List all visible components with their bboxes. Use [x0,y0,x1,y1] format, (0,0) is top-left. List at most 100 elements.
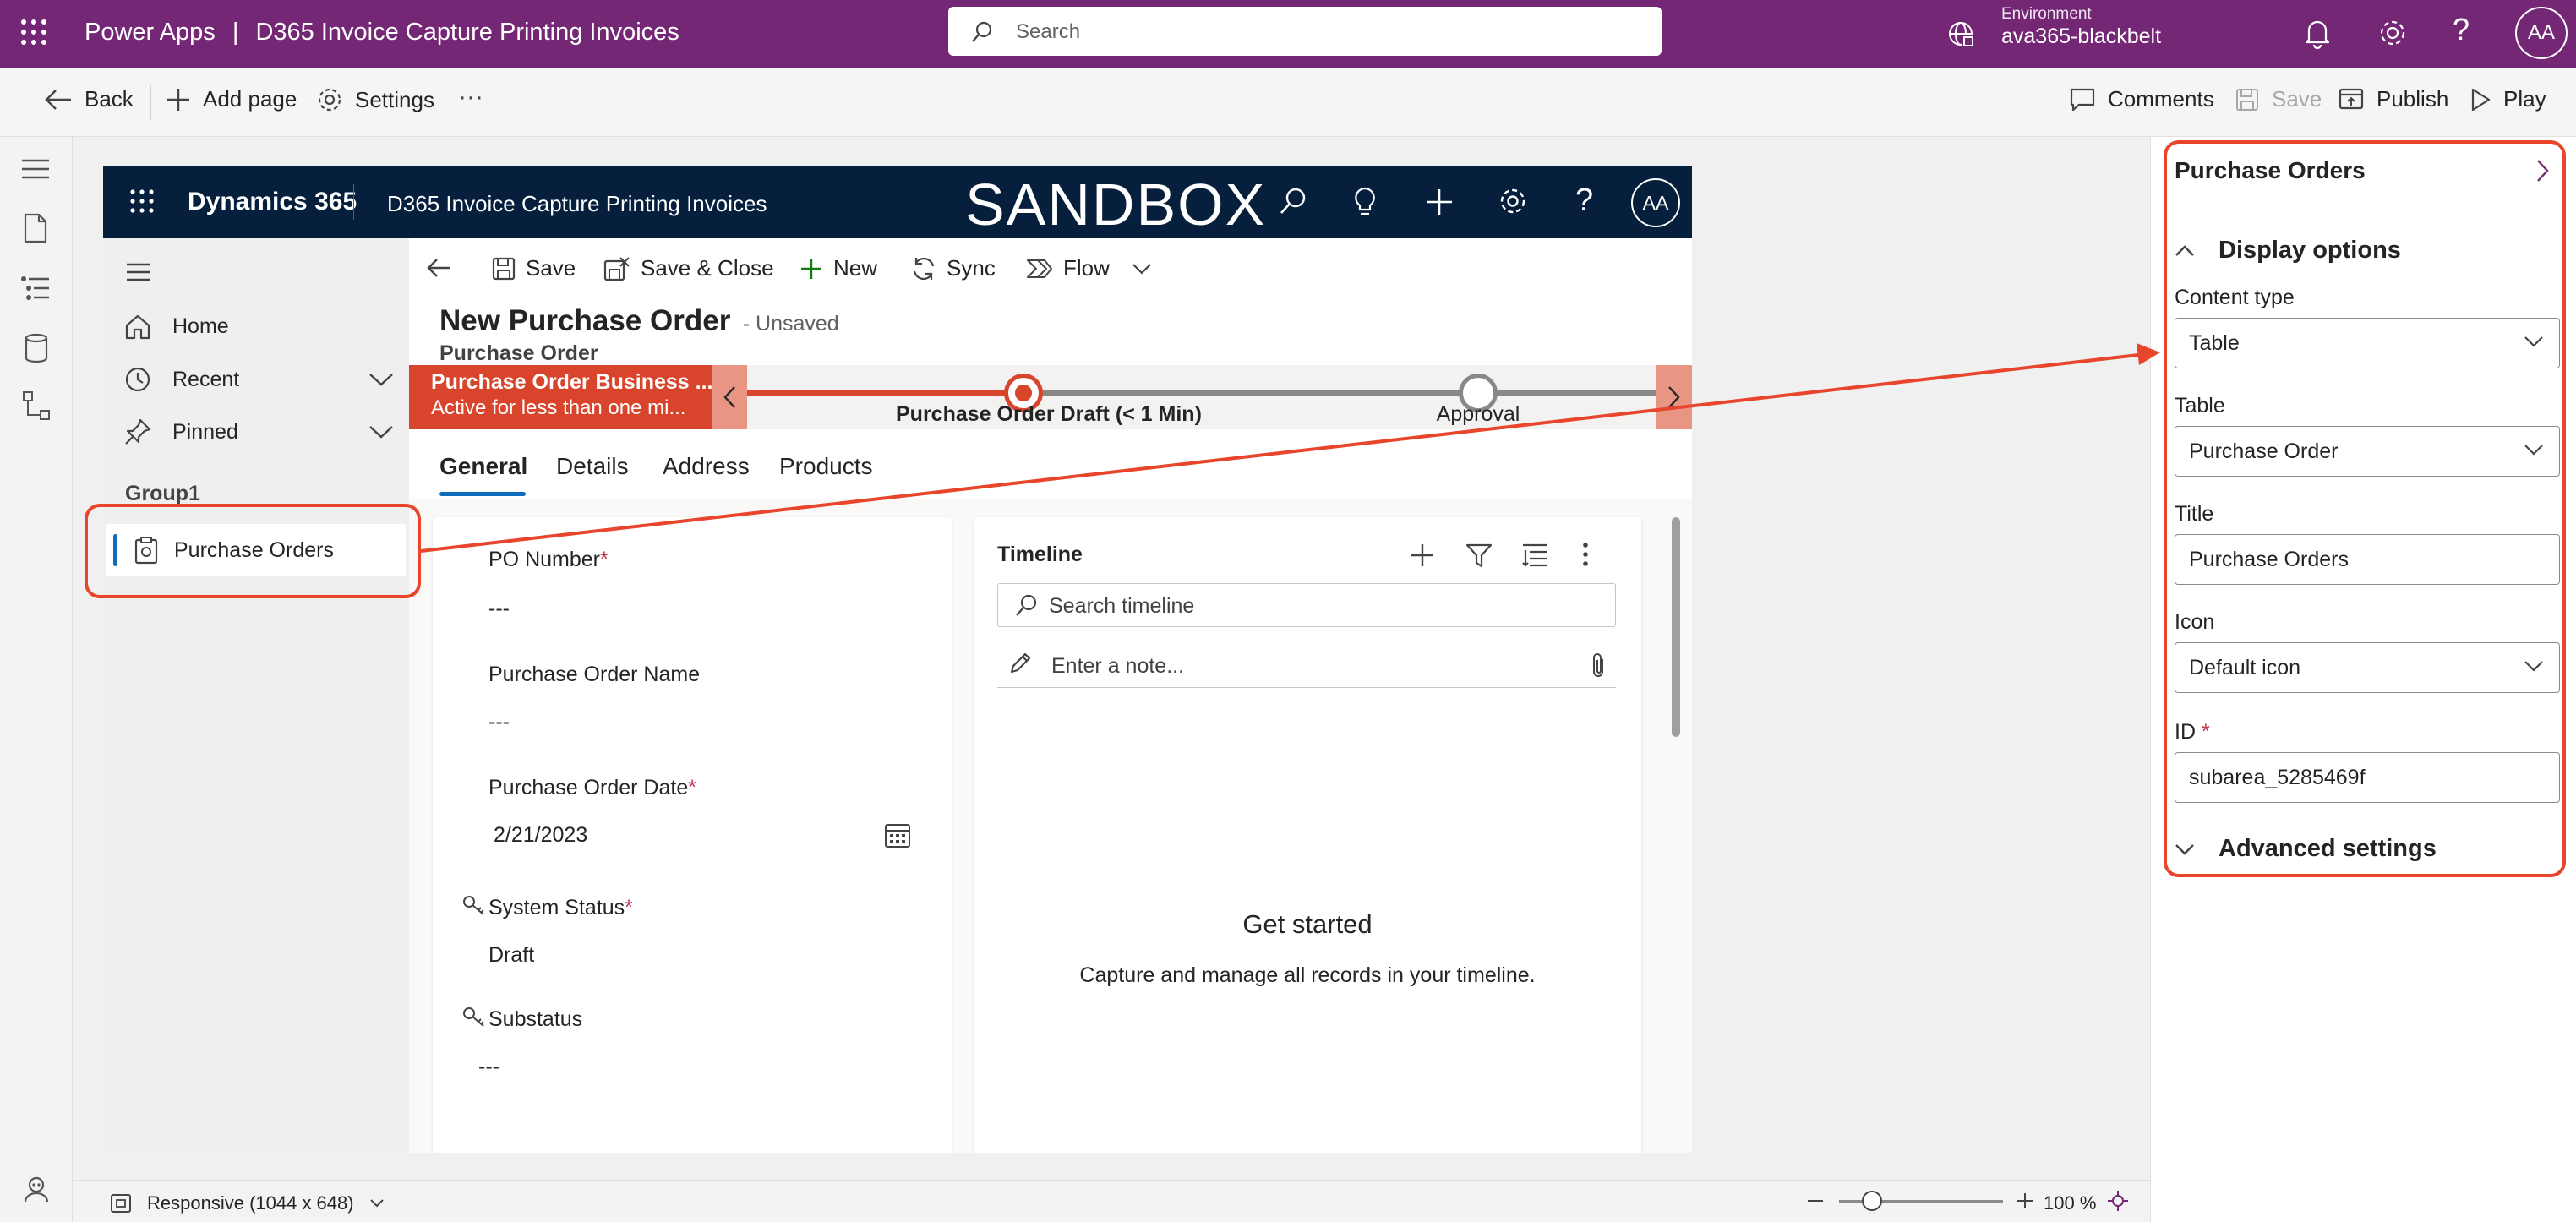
fit-to-screen-icon[interactable] [2106,1189,2130,1213]
new-button[interactable]: New [800,255,877,281]
minus-icon [1808,1200,1823,1202]
tab-products[interactable]: Products [779,453,873,480]
help-icon[interactable]: ? [1575,183,1593,219]
save-disk-icon [2236,88,2258,111]
sitemap-item-home[interactable]: Home [123,313,229,340]
bpf-stage1-label[interactable]: Purchase Order Draft (< 1 Min) [896,402,1202,427]
header-divider [353,184,354,220]
help-icon[interactable]: ? [2453,12,2470,47]
flow-button[interactable]: Flow [1026,255,1152,281]
designer-command-bar: Back Add page Settings ··· Comments Save… [0,68,2576,137]
chevron-down-icon [369,1199,384,1208]
more-vertical-icon[interactable] [1580,541,1591,568]
sort-list-icon[interactable] [1521,543,1548,568]
comments-button[interactable]: Comments [2069,86,2214,112]
automation-flow-icon[interactable] [22,390,51,421]
more-options-button[interactable]: ··· [458,83,483,112]
app-launcher-icon[interactable] [128,188,156,215]
plus-icon[interactable] [1425,188,1454,216]
system-status-field[interactable]: Draft [488,943,928,977]
settings-gear-icon[interactable] [2377,17,2409,49]
collapse-menu-icon[interactable] [125,262,152,282]
user-avatar[interactable]: AA [1631,178,1680,227]
responsive-size-selector[interactable]: Responsive (1044 x 648) [110,1192,385,1214]
hamburger-menu-icon[interactable] [20,157,51,181]
bpf-progress-active [747,390,1022,396]
po-date-field[interactable]: 2/21/2023 [494,823,865,857]
global-search-input[interactable]: Search [948,7,1662,56]
chevron-left-icon [723,386,735,408]
play-icon [2471,88,2491,111]
back-button[interactable]: Back [44,86,134,112]
required-mark: * [688,776,696,799]
plus-icon [167,88,189,111]
zoom-in-button[interactable] [2015,1191,2035,1211]
data-cylinder-icon[interactable] [24,333,49,363]
plus-icon [801,258,821,279]
plus-icon [2017,1193,2033,1208]
bpf-next-stage-button[interactable] [1656,365,1692,429]
save-button[interactable]: Save [2235,86,2322,112]
product-name[interactable]: Power Apps [85,19,216,46]
settings-gear-icon[interactable] [1498,186,1528,216]
pencil-icon [1010,652,1031,674]
environment-name[interactable]: ava365-blackbelt [2001,25,2161,49]
navigation-tree-icon[interactable] [20,275,51,301]
filter-icon[interactable] [1465,543,1493,568]
chevron-down-icon[interactable] [1132,263,1152,275]
pages-icon[interactable] [22,213,49,243]
chevron-down-icon[interactable] [368,372,394,387]
designer-status-bar: Responsive (1044 x 648) 100 % [73,1180,2150,1222]
sitemap-item-recent[interactable]: Recent [123,365,394,394]
timeline-search-input[interactable]: Search timeline [997,583,1616,627]
form-save-button[interactable]: Save [492,255,576,281]
search-icon[interactable] [1278,186,1308,216]
tab-address[interactable]: Address [663,453,750,480]
zoom-thumb[interactable] [1862,1191,1882,1211]
d365-brand[interactable]: Dynamics 365 [188,188,357,216]
bpf-stage2-label[interactable]: Approval [1394,402,1563,427]
publish-button[interactable]: Publish [2338,86,2448,112]
add-activity-plus-icon[interactable] [1410,543,1435,568]
paperclip-icon[interactable] [1589,651,1607,679]
bpf-prev-stage-button[interactable] [712,365,747,429]
sync-label: Sync [947,255,996,281]
comments-label: Comments [2108,86,2214,112]
d365-app-name[interactable]: D365 Invoice Capture Printing Invoices [387,191,767,217]
tab-details[interactable]: Details [556,453,629,480]
note-input[interactable]: Enter a note... [997,644,1616,688]
save-disk-icon [492,257,516,280]
bpf-duration: Active for less than one mi... [431,396,686,419]
bpf-active-process[interactable]: Purchase Order Business ... Active for l… [409,365,712,429]
copilot-bot-icon[interactable] [22,1175,51,1203]
po-number-field[interactable]: --- [488,597,928,630]
settings-label: Settings [355,86,434,112]
sync-button[interactable]: Sync [911,255,996,281]
user-avatar[interactable]: AA [2515,7,2568,59]
chevron-down-icon[interactable] [368,424,394,439]
comment-icon [2070,88,2095,111]
environment-icon[interactable] [1946,19,1976,49]
zoom-out-button[interactable] [1805,1191,1826,1211]
app-preview-canvas: Dynamics 365 D365 Invoice Capture Printi… [103,166,1692,1153]
settings-button[interactable]: Settings [316,86,434,113]
settings-gear-icon [318,88,341,112]
po-name-field[interactable]: --- [488,710,928,744]
calendar-icon[interactable] [884,821,911,848]
save-close-button[interactable]: Save & Close [603,255,774,281]
app-launcher-icon[interactable] [19,17,49,47]
substatus-field[interactable]: --- [478,1055,918,1088]
save-close-label: Save & Close [641,255,774,281]
notifications-bell-icon[interactable] [2302,17,2333,49]
tab-general[interactable]: General [439,453,527,480]
add-page-button[interactable]: Add page [166,86,297,112]
sitemap-item-pinned[interactable]: Pinned [123,417,394,446]
form-scrollbar[interactable] [1672,517,1680,737]
play-button[interactable]: Play [2470,86,2546,112]
back-arrow-icon[interactable] [426,257,451,279]
lightbulb-icon[interactable] [1352,186,1378,218]
timeline-empty-text: Capture and manage all records in your t… [1079,963,1536,987]
zoom-slider[interactable] [1839,1191,2003,1211]
record-form: Save Save & Close New Sync Flow New Purc… [409,238,1692,1153]
environment-label: Environment [2001,5,2092,23]
